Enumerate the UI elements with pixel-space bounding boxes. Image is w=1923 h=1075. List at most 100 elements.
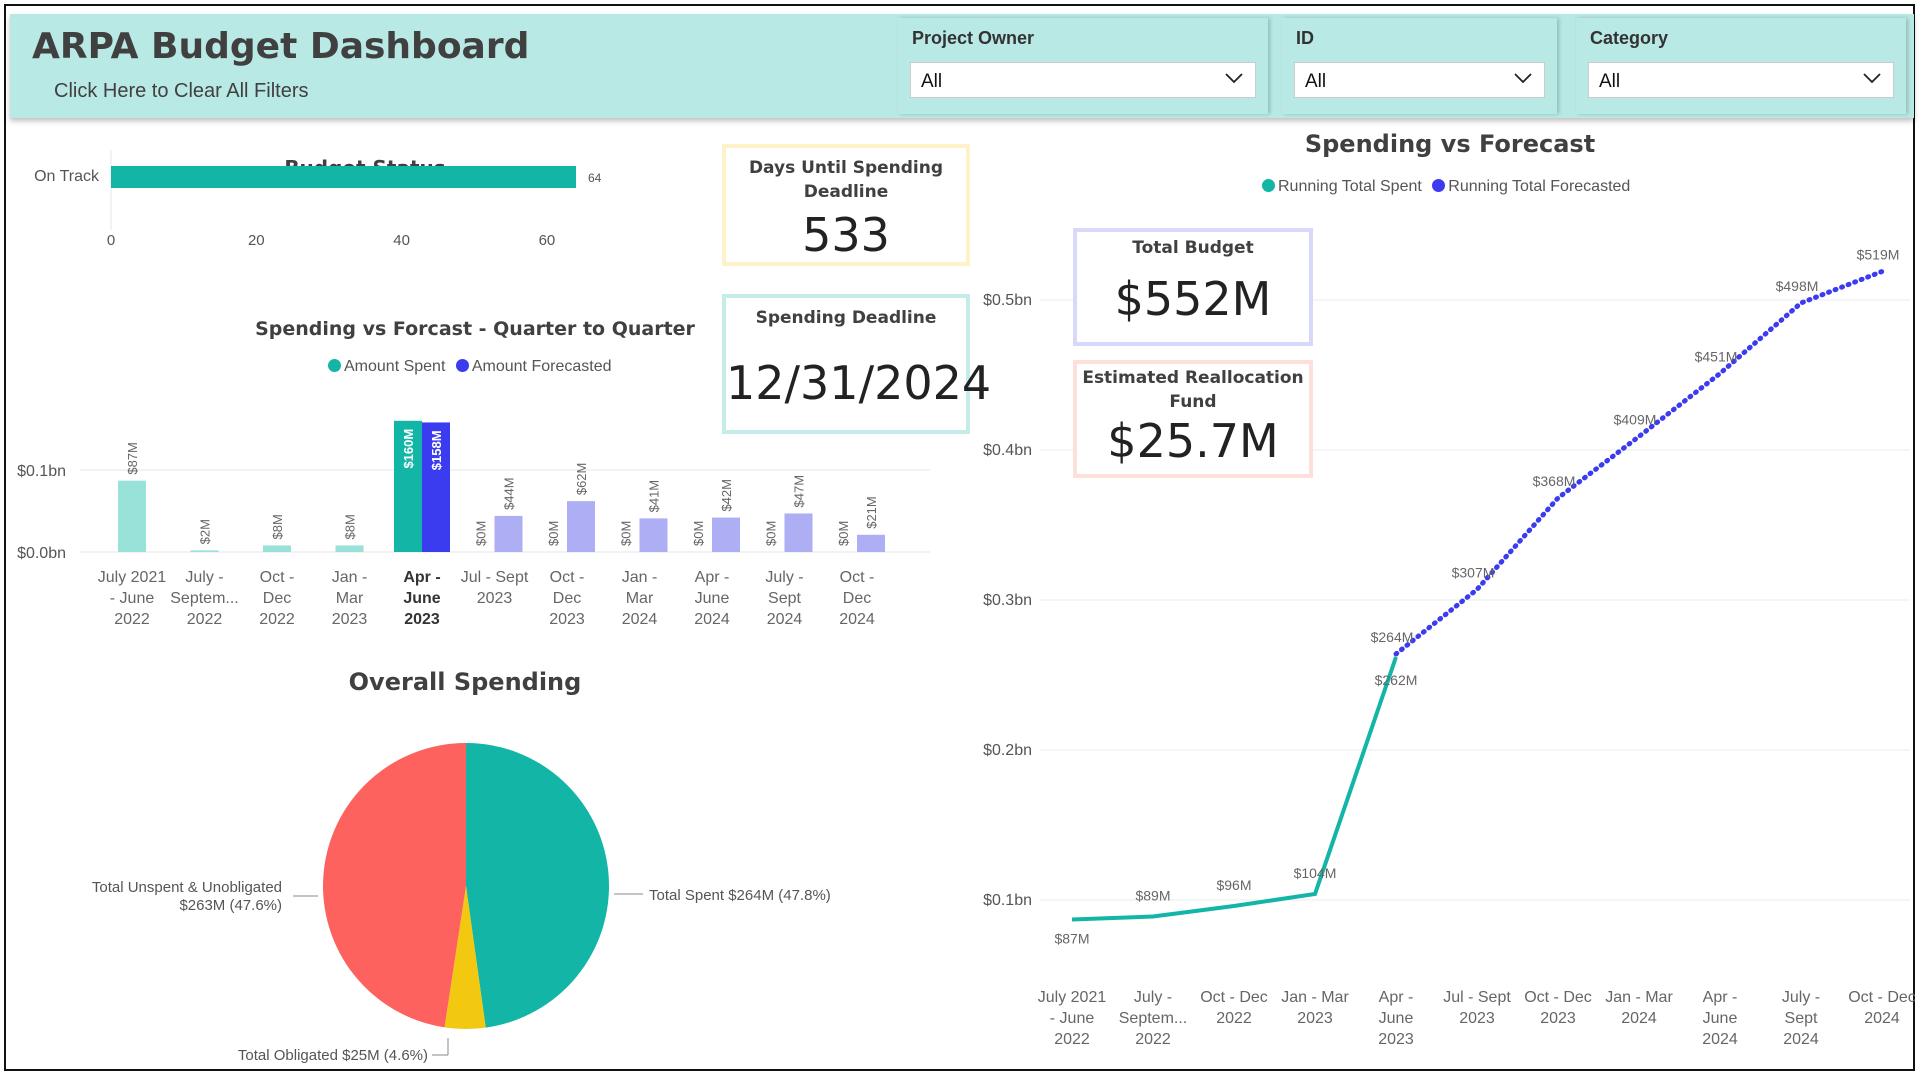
y-tick-label: $0.5bn xyxy=(983,292,1032,309)
x-tick-label: 2024 xyxy=(767,611,803,628)
data-label: $104M xyxy=(1294,865,1337,881)
data-label: $41M xyxy=(647,480,662,513)
x-tick-label: Dec xyxy=(263,590,291,607)
legend-dot xyxy=(1432,179,1446,192)
x-tick-label: 20 xyxy=(248,232,265,249)
x-tick-label: 2024 xyxy=(1864,1010,1900,1027)
total-budget-card: Total Budget $552M xyxy=(1073,228,1313,346)
bar-spent xyxy=(118,480,146,552)
legend-dot xyxy=(1262,179,1275,192)
x-tick-label: Sept xyxy=(768,590,801,607)
dropdown-value: All xyxy=(1599,71,1621,92)
slice-label: Total Spent $264M (47.8%) xyxy=(649,887,831,904)
x-tick-label: 2024 xyxy=(839,611,875,628)
x-tick-label: July - xyxy=(185,569,223,586)
data-label: $8M xyxy=(270,514,285,539)
dropdown-value: All xyxy=(921,71,943,92)
x-tick-label: Oct - xyxy=(840,569,875,586)
quarterly-spending-chart[interactable]: $0.0bn $0.1bn $87M July 2021 - June 2022 $2M Ju… xyxy=(10,415,930,640)
data-label: $307M xyxy=(1452,565,1495,581)
bar-forecast xyxy=(567,501,595,552)
x-tick-label: 2023 xyxy=(549,611,585,628)
card-value: $25.7M xyxy=(1107,414,1279,468)
category-dropdown[interactable]: All xyxy=(1588,62,1894,98)
bar-spent xyxy=(335,545,364,552)
x-tick-label: Septem... xyxy=(170,590,238,607)
x-tick-label: 2024 xyxy=(1783,1031,1819,1048)
card-title: Estimated Reallocation Fund xyxy=(1082,368,1304,412)
budget-status-chart[interactable]: On Track 64 0 20 40 60 xyxy=(20,150,720,310)
chevron-down-icon xyxy=(1514,73,1532,84)
data-label: $262M xyxy=(1375,672,1418,688)
data-label: $44M xyxy=(502,477,517,510)
clear-filters-button[interactable]: Click Here to Clear All Filters xyxy=(54,80,309,103)
x-tick-label: 2023 xyxy=(1378,1031,1414,1048)
card-value: $552M xyxy=(1114,272,1272,326)
x-tick-label: 2022 xyxy=(1054,1031,1090,1048)
x-tick-label: July 2021 xyxy=(1038,989,1107,1006)
pie-slice xyxy=(466,743,609,1028)
data-label: $368M xyxy=(1533,473,1576,489)
slice-label: Total Unspent & Unobligated xyxy=(92,879,282,896)
x-tick-label: 2023 xyxy=(1540,1010,1576,1027)
filter-id: ID All xyxy=(1282,18,1557,114)
days-until-card: Days Until Spending Deadline 533 xyxy=(722,144,970,266)
data-label: $498M xyxy=(1776,278,1819,294)
page-title: ARPA Budget Dashboard xyxy=(32,26,530,67)
data-label: $158M xyxy=(429,430,444,470)
x-tick-label: Mar xyxy=(336,590,364,607)
data-label: $0M xyxy=(619,521,634,546)
x-tick-label: 2023 xyxy=(477,590,513,607)
slice-label: Total Obligated $25M (4.6%) xyxy=(238,1047,428,1064)
data-label: $42M xyxy=(719,479,734,512)
x-tick-label: June xyxy=(1703,1010,1738,1027)
bar-spent xyxy=(263,545,291,552)
data-label: $2M xyxy=(198,519,213,544)
chart-title: Spending vs Forcast - Quarter to Quarter xyxy=(255,318,695,340)
x-tick-label: July - xyxy=(765,569,803,586)
bar-forecast xyxy=(494,515,523,552)
x-tick-label: July 2021 xyxy=(98,569,167,586)
legend-label: Amount Spent xyxy=(344,358,446,375)
bar xyxy=(111,166,576,188)
pie-slice xyxy=(323,743,466,1028)
data-label: $21M xyxy=(864,496,879,529)
x-tick-label: Jan - xyxy=(332,569,368,586)
card-title: Total Budget xyxy=(1132,238,1254,258)
overall-spending-pie[interactable]: Total Spent $264M (47.8%) Total Obligated… xyxy=(10,720,950,1070)
slice-label: $263M (47.6%) xyxy=(179,897,282,914)
x-tick-label: 2023 xyxy=(1459,1010,1495,1027)
x-tick-label: July - xyxy=(1782,989,1820,1006)
x-tick-label: Apr - xyxy=(695,569,730,586)
x-tick-label: Dec xyxy=(553,590,581,607)
chevron-down-icon xyxy=(1863,73,1881,84)
bar-forecast xyxy=(784,513,813,552)
y-tick-label: $0.3bn xyxy=(983,592,1032,609)
card-value: 533 xyxy=(802,208,890,262)
x-tick-label: 2022 xyxy=(114,611,150,628)
data-label: $89M xyxy=(1135,888,1170,904)
data-label: $0M xyxy=(474,521,489,546)
x-tick-label: 2024 xyxy=(694,611,730,628)
data-label: $0M xyxy=(546,521,561,546)
legend-label: Running Total Forecasted xyxy=(1448,178,1631,195)
x-tick-label: Apr - xyxy=(403,569,440,586)
id-dropdown[interactable]: All xyxy=(1294,62,1545,98)
x-tick-label: Mar xyxy=(626,590,654,607)
x-tick-label: Jan - xyxy=(622,569,658,586)
filter-project-owner: Project Owner All xyxy=(898,18,1268,114)
project-owner-dropdown[interactable]: All xyxy=(910,62,1256,98)
filter-label: Project Owner xyxy=(912,28,1035,48)
legend-label: Amount Forecasted xyxy=(471,358,612,375)
x-tick-label: 2024 xyxy=(1702,1031,1738,1048)
x-tick-label: Oct - Dec xyxy=(1524,989,1592,1006)
x-tick-label: 2023 xyxy=(404,611,440,628)
x-tick-label: 40 xyxy=(393,232,410,249)
legend-label: Running Total Spent xyxy=(1278,178,1422,195)
x-tick-label: 2023 xyxy=(332,611,368,628)
x-tick-label: Jan - Mar xyxy=(1605,989,1673,1006)
data-label: $0M xyxy=(764,521,779,546)
x-tick-label: June xyxy=(1379,1010,1414,1027)
data-label: 64 xyxy=(588,171,602,185)
x-tick-label: June xyxy=(403,590,440,607)
